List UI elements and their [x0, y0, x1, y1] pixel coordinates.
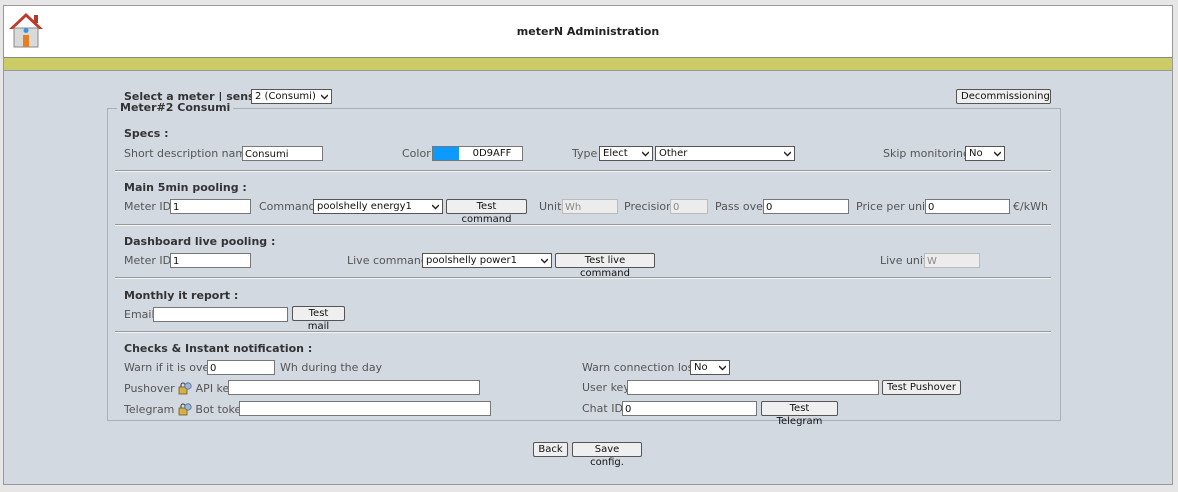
chat-id-input[interactable]: 0	[622, 401, 757, 416]
live-meter-id-label: Meter ID	[124, 254, 172, 267]
divider	[115, 277, 1051, 279]
header-bar: meterN Administration	[4, 6, 1172, 58]
live-unit-input: W	[924, 253, 980, 268]
skip-monitoring-label: Skip monitoring	[883, 147, 970, 160]
chevron-down-icon	[541, 258, 548, 264]
unit-label: Unit	[539, 200, 562, 213]
color-picker[interactable]: 0D9AFF	[432, 146, 523, 161]
decommissioning-button[interactable]: Decommissioning	[956, 89, 1051, 104]
meter-select[interactable]: 2 (Consumi)	[251, 89, 332, 104]
meter-legend: Meter#2 Consumi	[117, 101, 234, 114]
user-key-input[interactable]	[627, 380, 879, 395]
chevron-down-icon	[784, 151, 791, 157]
live-command-label: Live command	[347, 254, 428, 267]
divider	[115, 170, 1051, 172]
lock-icon[interactable]	[178, 402, 192, 416]
chevron-down-icon	[432, 204, 439, 210]
main-pooling-heading: Main 5min pooling :	[124, 181, 247, 194]
chevron-down-icon	[321, 94, 328, 100]
subtype-select[interactable]: Other	[655, 146, 795, 161]
chevron-down-icon	[994, 151, 1001, 157]
short-desc-input[interactable]: Consumi	[242, 146, 323, 161]
subtype-select-value: Other	[659, 148, 688, 159]
command-select[interactable]: poolshelly energy1	[313, 199, 443, 214]
telegram-label: Telegram	[124, 403, 175, 416]
color-value: 0D9AFF	[472, 148, 512, 159]
type-label: Type	[572, 147, 598, 160]
email-input[interactable]	[153, 307, 288, 322]
email-label: Email	[124, 308, 155, 321]
live-meter-id-input[interactable]: 1	[170, 253, 251, 268]
telegram-row-label: Telegram Bot token	[124, 402, 248, 416]
command-select-value: poolshelly energy1	[317, 201, 412, 212]
color-label: Color	[402, 147, 431, 160]
pass-over-label: Pass over	[715, 200, 768, 213]
warn-over-input[interactable]: 0	[207, 360, 275, 375]
user-key-label: User key	[582, 381, 630, 394]
skip-monitoring-value: No	[969, 148, 983, 159]
live-command-select-value: poolshelly power1	[426, 255, 517, 266]
warn-connection-value: No	[694, 362, 708, 373]
warn-connection-label: Warn connection lost	[582, 361, 698, 374]
price-input[interactable]: 0	[925, 199, 1010, 214]
chevron-down-icon	[642, 151, 649, 157]
test-telegram-button[interactable]: Test Telegram	[761, 401, 838, 427]
bot-token-input[interactable]	[239, 401, 491, 416]
pass-over-input[interactable]: 0	[763, 199, 849, 214]
price-label: Price per unit	[856, 200, 930, 213]
pushover-label: Pushover	[124, 382, 175, 395]
test-mail-button[interactable]: Test mail	[292, 306, 345, 332]
test-live-command-button[interactable]: Test live command	[555, 253, 655, 279]
divider	[115, 331, 1051, 333]
short-desc-label: Short description name	[124, 147, 253, 160]
specs-heading: Specs :	[124, 127, 169, 140]
live-unit-label: Live unit	[880, 254, 928, 267]
chevron-down-icon	[719, 365, 726, 371]
live-pooling-heading: Dashboard live pooling :	[124, 235, 276, 248]
lock-icon[interactable]	[178, 381, 192, 395]
notifications-heading: Checks & Instant notification :	[124, 342, 313, 355]
warn-over-suffix: Wh during the day	[280, 361, 383, 374]
type-select-value: Elect	[603, 148, 628, 159]
test-pushover-button[interactable]: Test Pushover	[882, 380, 961, 395]
test-command-button[interactable]: Test command	[446, 199, 527, 225]
skip-monitoring-select[interactable]: No	[965, 146, 1005, 161]
live-command-select[interactable]: poolshelly power1	[422, 253, 552, 268]
meter-id-label: Meter ID	[124, 200, 172, 213]
save-config-button[interactable]: Save config.	[572, 442, 642, 468]
back-button[interactable]: Back	[533, 442, 568, 457]
price-unit: €/kWh	[1013, 200, 1048, 213]
pushover-row-label: Pushover API key	[124, 381, 236, 395]
meter-select-value: 2 (Consumi)	[255, 91, 316, 102]
color-swatch	[433, 147, 459, 160]
header-band	[4, 58, 1172, 71]
monthly-report-heading: Monthly it report :	[124, 289, 239, 302]
type-select[interactable]: Elect	[599, 146, 653, 161]
warn-connection-select[interactable]: No	[690, 360, 730, 375]
api-key-input[interactable]	[228, 380, 480, 395]
unit-input: Wh	[562, 199, 618, 214]
warn-over-label: Warn if it is over	[124, 361, 214, 374]
chat-id-label: Chat ID	[582, 402, 623, 415]
divider	[115, 224, 1051, 226]
precision-label: Precision	[624, 200, 674, 213]
precision-input: 0	[670, 199, 708, 214]
meter-id-input[interactable]: 1	[170, 199, 251, 214]
command-label: Command	[259, 200, 316, 213]
page-title: meterN Administration	[516, 25, 660, 38]
